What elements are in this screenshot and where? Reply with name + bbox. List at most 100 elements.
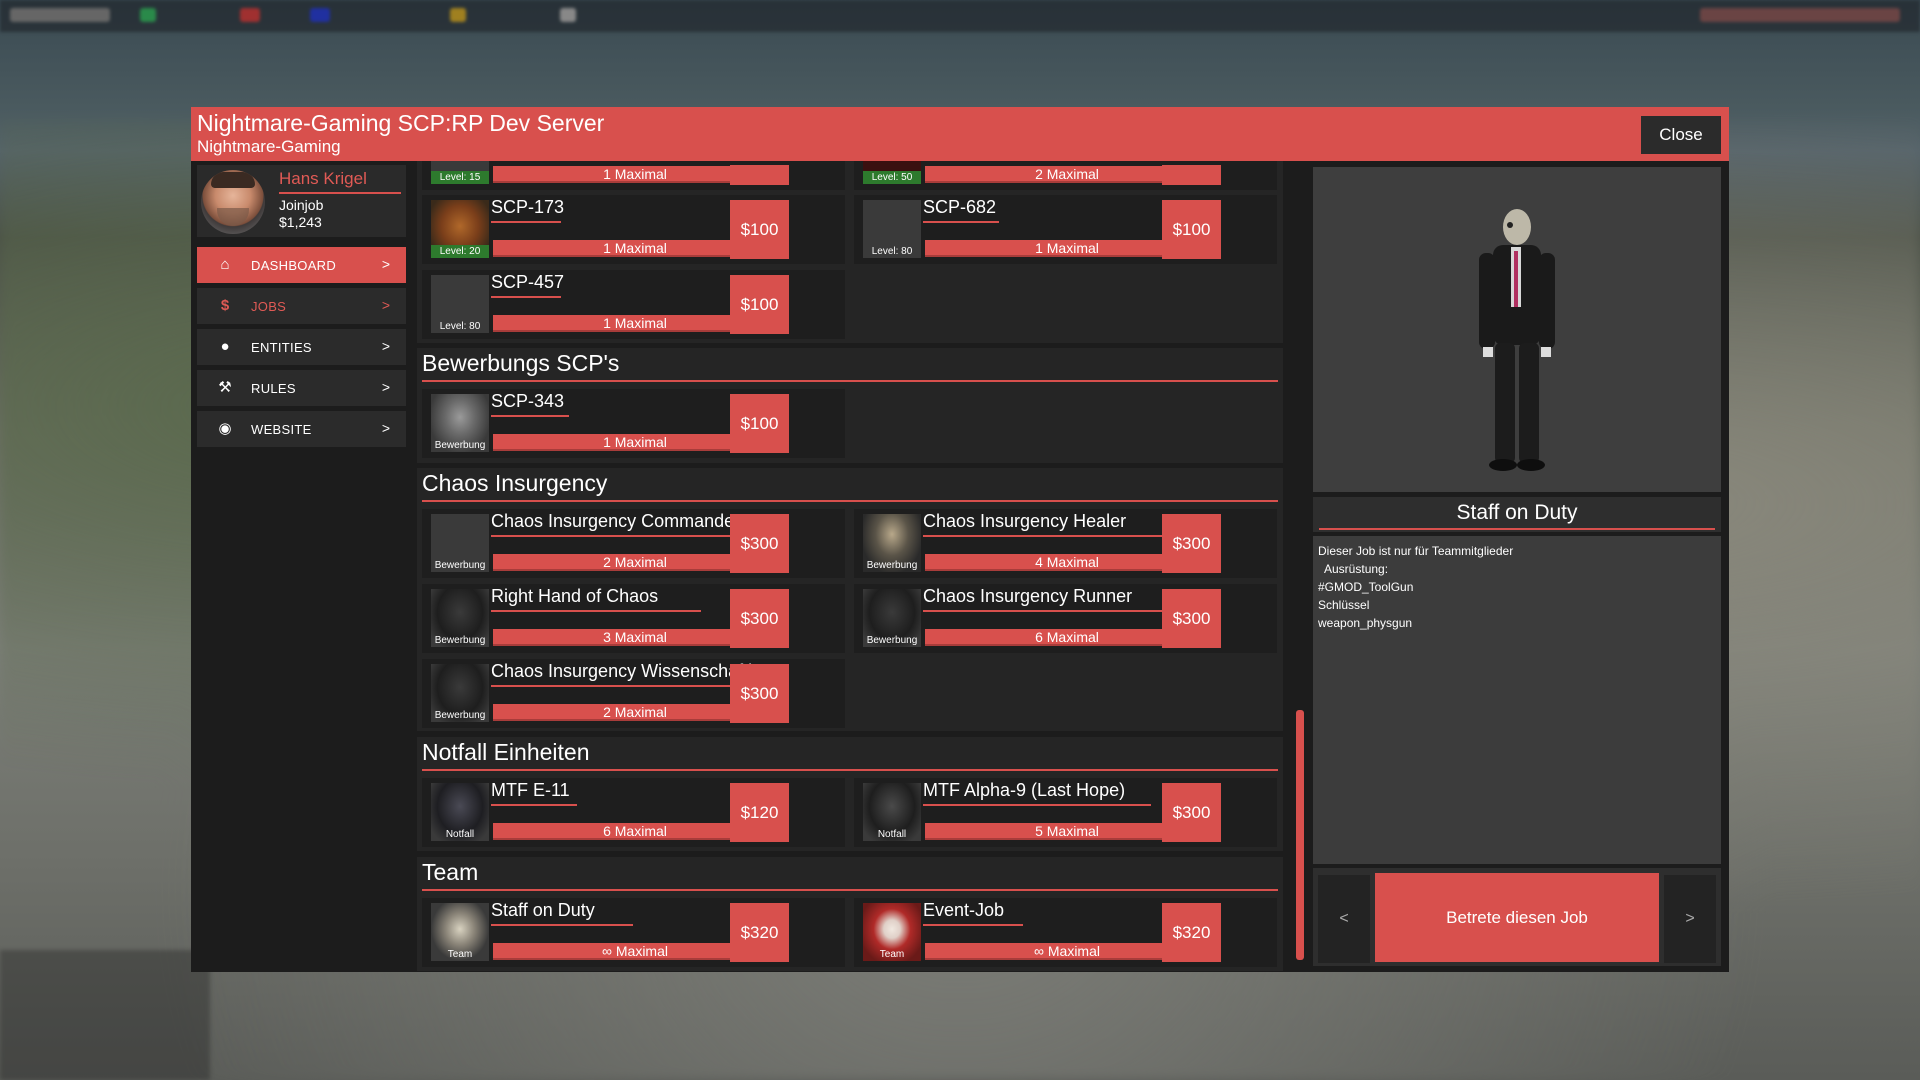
job-name: Chaos Insurgency Wissenschaftler [491, 661, 769, 681]
avatar [201, 170, 265, 234]
chevron-right-icon: > [381, 420, 390, 436]
job-price-button[interactable]: $300 [730, 589, 789, 648]
job-card[interactable]: Level: 50 2 Maximal [854, 161, 1277, 190]
job-price-button[interactable]: $320 [730, 903, 789, 962]
job-name: Chaos Insurgency Healer [923, 511, 1127, 531]
bomb-icon: ● [220, 338, 230, 355]
selected-job-description: Dieser Job ist nur für Teammitglieder Au… [1313, 536, 1721, 864]
job-card[interactable]: Bewerbung Chaos Insurgency Commander 2 M… [422, 509, 845, 578]
job-model-icon: Level: 50 [863, 161, 921, 184]
job-name: SCP-343 [491, 391, 565, 411]
category-bewerbungs-scps: Bewerbungs SCP's Bewerbung SCP-343 1 Max… [417, 348, 1283, 463]
job-card[interactable]: Bewerbung SCP-343 1 Maximal $100 [422, 389, 845, 458]
scp-343-model-icon: Bewerbung [431, 394, 489, 452]
game-hud-top [0, 0, 1920, 32]
close-button[interactable]: Close [1641, 116, 1721, 154]
category-title: Team [422, 859, 479, 885]
game-hud-bottom-left [0, 950, 210, 1080]
previous-model-button[interactable]: < [1318, 875, 1370, 963]
job-price-button[interactable]: $300 [730, 514, 789, 573]
home-icon: ⌂ [220, 256, 230, 273]
job-name: MTF E-11 [491, 780, 570, 800]
jobs-list[interactable]: Level: 15 1 Maximal Level: 50 2 Maximal … [414, 161, 1284, 972]
job-model-icon: Bewerbung [431, 514, 489, 572]
job-price-button[interactable]: $100 [1162, 200, 1221, 259]
category-team: Team Team Staff on Duty ∞ Maximal $320 T… [417, 857, 1283, 971]
job-card[interactable]: Level: 80 SCP-682 1 Maximal $100 [854, 195, 1277, 264]
job-card[interactable]: Bewerbung Right Hand of Chaos 3 Maximal … [422, 584, 845, 653]
player-money: $1,243 [279, 214, 322, 230]
nav-entities[interactable]: ● ENTITIES > [197, 329, 406, 365]
nav-label: WEBSITE [251, 422, 312, 437]
window-subtitle: Nightmare-Gaming [197, 137, 341, 156]
job-price-button[interactable]: $300 [1162, 589, 1221, 648]
job-name: Event-Job [923, 900, 1005, 920]
job-price-button[interactable]: $100 [730, 275, 789, 334]
job-name: Chaos Insurgency Runner [923, 586, 1133, 606]
job-price-button[interactable]: $320 [1162, 903, 1221, 962]
nav-rules[interactable]: ⚒ RULES > [197, 370, 406, 406]
job-model-icon: Level: 80 [431, 275, 489, 333]
seal-model-icon: Team [431, 903, 489, 961]
job-price-button[interactable]: $100 [730, 200, 789, 259]
sidebar: Hans Krigel Joinjob $1,243 ⌂ DASHBOARD >… [191, 161, 408, 972]
job-card[interactable]: Team Staff on Duty ∞ Maximal $320 [422, 898, 845, 967]
join-job-button[interactable]: Betrete diesen Job [1375, 873, 1659, 962]
masked-hood-model-icon: Team [863, 903, 921, 961]
chevron-right-icon: > [381, 297, 390, 313]
category-title: Bewerbungs SCP's [422, 350, 620, 376]
job-name: MTF Alpha-9 (Last Hope) [923, 780, 1126, 800]
job-card[interactable]: Level: 15 1 Maximal [422, 161, 845, 190]
chevron-right-icon: > [381, 379, 390, 395]
description-line: weapon_physgun [1318, 616, 1413, 630]
job-price-button[interactable]: $100 [730, 394, 789, 453]
soldier-model-icon: Notfall [863, 783, 921, 841]
job-model-icon: Level: 80 [863, 200, 921, 258]
player-name: Hans Krigel [279, 169, 367, 188]
job-card[interactable]: Level: 20 SCP-173 1 Maximal $100 [422, 195, 845, 264]
chevron-right-icon: > [381, 256, 390, 272]
job-card[interactable]: Bewerbung Chaos Insurgency Healer 4 Maxi… [854, 509, 1277, 578]
job-name: Right Hand of Chaos [491, 586, 659, 606]
job-name: SCP-457 [491, 272, 565, 292]
job-price-button[interactable]: $300 [1162, 783, 1221, 842]
category-title: Notfall Einheiten [422, 739, 590, 765]
job-card[interactable]: Team Event-Job ∞ Maximal $320 [854, 898, 1277, 967]
job-price-button[interactable]: $120 [730, 783, 789, 842]
nav-dashboard[interactable]: ⌂ DASHBOARD > [197, 247, 406, 283]
job-card[interactable]: Bewerbung Chaos Insurgency Wissenschaftl… [422, 659, 845, 728]
job-name: Chaos Insurgency Commander [491, 511, 741, 531]
selected-job-header: Staff on Duty [1313, 497, 1721, 532]
chevron-right-icon: > [381, 338, 390, 354]
description-line: Ausrüstung: [1318, 562, 1389, 576]
nav-label: JOBS [251, 299, 287, 314]
job-model-icon: Level: 15 [431, 161, 489, 184]
job-card[interactable]: Bewerbung Chaos Insurgency Runner 6 Maxi… [854, 584, 1277, 653]
gavel-icon: ⚒ [218, 379, 232, 396]
jobs-scrollbar[interactable] [1296, 710, 1304, 960]
job-price-button[interactable]: $300 [730, 664, 789, 723]
next-model-button[interactable]: > [1664, 875, 1716, 963]
job-card[interactable]: Level: 80 SCP-457 1 Maximal $100 [422, 270, 845, 339]
nav-jobs[interactable]: $ JOBS > [197, 288, 406, 324]
job-model-preview [1313, 167, 1721, 492]
character-model-figure [1479, 209, 1555, 471]
soldier-model-icon: Bewerbung [863, 589, 921, 647]
job-card[interactable]: Notfall MTF E-11 6 Maximal $120 [422, 778, 845, 847]
job-card[interactable]: Notfall MTF Alpha-9 (Last Hope) 5 Maxima… [854, 778, 1277, 847]
job-price-button[interactable]: $300 [1162, 514, 1221, 573]
scp-173-model-icon: Level: 20 [431, 200, 489, 258]
category-scp: Level: 15 1 Maximal Level: 50 2 Maximal … [417, 161, 1283, 343]
nav-label: DASHBOARD [251, 258, 337, 273]
nav-label: ENTITIES [251, 340, 312, 355]
f4-menu-window: Nightmare-Gaming SCP:RP Dev Server Night… [191, 107, 1729, 972]
nav-website[interactable]: ◉ WEBSITE > [197, 411, 406, 447]
soldier-model-icon: Bewerbung [431, 664, 489, 722]
description-line: Dieser Job ist nur für Teammitglieder [1318, 544, 1514, 558]
description-line: Schlüssel [1318, 598, 1370, 612]
player-profile: Hans Krigel Joinjob $1,243 [197, 165, 406, 237]
player-job: Joinjob [279, 197, 324, 213]
dollar-icon: $ [220, 297, 230, 314]
job-name: SCP-682 [923, 197, 997, 217]
selected-job-title: Staff on Duty [1456, 501, 1578, 524]
